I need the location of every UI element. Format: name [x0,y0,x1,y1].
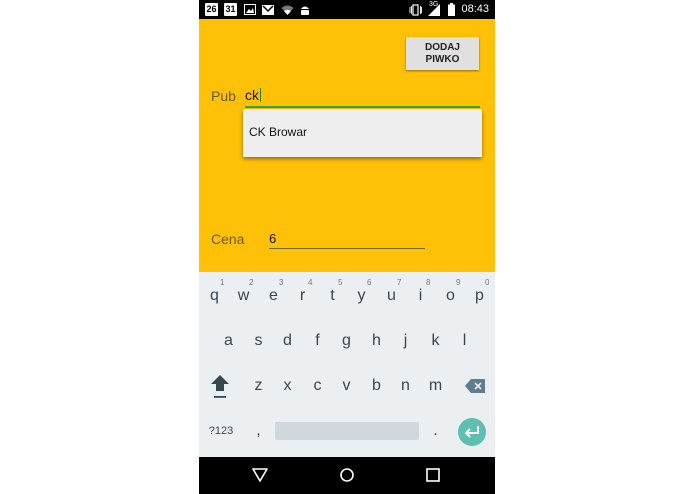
key-i[interactable]: i [406,280,435,312]
status-time: 08:43 [461,3,489,15]
key-h[interactable]: h [362,325,391,357]
pub-label: Pub [211,88,236,104]
space-key[interactable] [275,422,419,440]
price-input-underline [269,248,425,249]
text-cursor [260,88,261,102]
key-v[interactable]: v [332,370,361,402]
key-f[interactable]: f [303,325,332,357]
android-debug-icon [300,3,310,16]
price-input-value: 6 [269,231,277,246]
pub-input[interactable]: ck [245,87,480,107]
back-icon[interactable] [252,467,268,483]
key-t[interactable]: t [318,280,347,312]
symbols-key[interactable]: ?123 [204,415,238,447]
key-s[interactable]: s [244,325,273,357]
price-input[interactable]: 6 [269,231,425,248]
key-hint-2: 2 [249,278,254,287]
key-r[interactable]: r [288,280,317,312]
soft-keyboard: q w e r t y u i o p 1 2 3 4 5 6 7 8 9 0 … [199,272,495,457]
key-hint-1: 1 [220,278,225,287]
wifi-icon [281,3,294,16]
key-o[interactable]: o [436,280,465,312]
key-a[interactable]: a [214,325,243,357]
recents-icon[interactable] [426,468,440,482]
network-type-label: 3G [429,1,439,8]
autocomplete-dropdown: CK Browar [243,109,482,157]
add-button-line1: DODAJ [424,41,460,53]
notification-26-icon: 26 [205,3,218,16]
key-w[interactable]: w [229,280,258,312]
backspace-icon [464,379,485,393]
key-m[interactable]: m [421,370,450,402]
key-k[interactable]: k [421,325,450,357]
key-d[interactable]: d [273,325,302,357]
vibrate-icon [409,3,422,16]
navigation-bar [199,457,495,494]
key-b[interactable]: b [362,370,391,402]
key-hint-0: 0 [485,278,490,287]
backspace-key[interactable] [460,370,489,402]
status-bar: 26 31 3G 08:43 [199,0,495,19]
key-hint-7: 7 [397,278,402,287]
key-j[interactable]: j [391,325,420,357]
pub-input-value: ck [245,87,259,103]
key-hint-4: 4 [308,278,313,287]
add-beer-button[interactable]: DODAJ PIWKO [406,37,479,70]
key-z[interactable]: z [244,370,273,402]
home-icon[interactable] [339,467,355,483]
enter-icon [464,426,479,438]
key-hint-6: 6 [367,278,372,287]
battery-icon [448,3,455,16]
key-g[interactable]: g [332,325,361,357]
key-hint-3: 3 [279,278,284,287]
phone-screen: 26 31 3G 08:43 DODAJ PIWKO Pub ck CK Bro… [199,0,495,494]
enter-key[interactable] [458,418,486,446]
key-hint-8: 8 [426,278,431,287]
comma-key[interactable]: , [244,415,273,447]
key-n[interactable]: n [391,370,420,402]
image-icon [244,3,256,16]
key-u[interactable]: u [377,280,406,312]
price-label: Cena [211,231,245,247]
add-button-line2: PIWKO [425,53,460,65]
key-q[interactable]: q [200,280,229,312]
key-l[interactable]: l [450,325,479,357]
pub-input-underline [245,106,480,108]
key-hint-5: 5 [338,278,343,287]
gmail-icon [262,3,274,16]
key-c[interactable]: c [303,370,332,402]
key-y[interactable]: y [347,280,376,312]
app-content: DODAJ PIWKO Pub ck CK Browar Cena 6 [199,19,495,272]
key-hint-9: 9 [456,278,461,287]
autocomplete-suggestion[interactable]: CK Browar [249,125,307,139]
key-x[interactable]: x [273,370,302,402]
key-p[interactable]: p [465,280,494,312]
calendar-31-icon: 31 [224,3,237,16]
shift-icon [210,375,229,398]
shift-key[interactable] [205,370,234,402]
period-key[interactable]: . [421,415,450,447]
key-e[interactable]: e [259,280,288,312]
